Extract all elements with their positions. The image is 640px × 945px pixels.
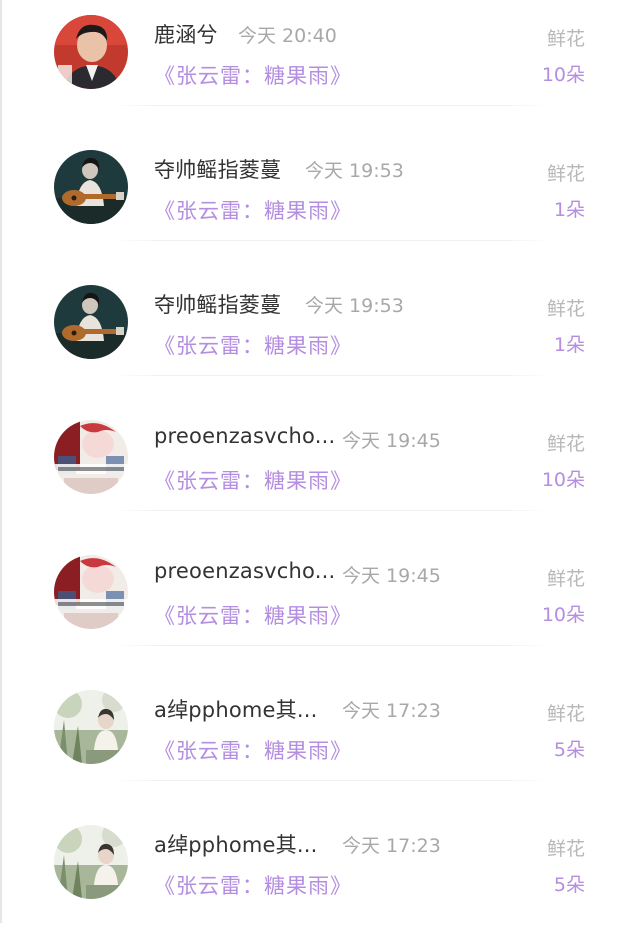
row-divider xyxy=(112,780,550,781)
guitar-avatar-image xyxy=(54,285,128,359)
timestamp: 今天 20:40 xyxy=(238,25,337,47)
row-divider xyxy=(112,645,550,646)
song-title[interactable]: 《张云雷：糖果雨》 xyxy=(154,600,352,630)
gift-type-label: 鲜花 xyxy=(546,568,585,590)
gift-count: 10朵 xyxy=(541,64,585,86)
gift-type-label: 鲜花 xyxy=(546,838,585,860)
gift-count: 1朵 xyxy=(553,334,585,356)
row-divider xyxy=(112,510,550,511)
gift-count: 10朵 xyxy=(541,604,585,626)
portrait-avatar-image xyxy=(54,15,128,89)
gift-type-label: 鲜花 xyxy=(546,163,585,185)
gift-count: 10朵 xyxy=(541,469,585,491)
song-title[interactable]: 《张云雷：糖果雨》 xyxy=(154,465,352,495)
list-item[interactable]: 鹿涵兮 今天 20:40 《张云雷：糖果雨》 鲜花 10朵 xyxy=(0,0,640,135)
gift-count: 5朵 xyxy=(553,739,585,761)
avatar[interactable] xyxy=(54,285,128,359)
list-item[interactable]: a绰pphome其... 今天 17:23 《张云雷：糖果雨》 鲜花 5朵 xyxy=(0,675,640,810)
song-title[interactable]: 《张云雷：糖果雨》 xyxy=(154,330,352,360)
timestamp: 今天 17:23 xyxy=(342,700,441,722)
timestamp: 今天 19:45 xyxy=(342,565,441,587)
avatar[interactable] xyxy=(54,690,128,764)
user-name[interactable]: preoenzasvcho... xyxy=(154,559,335,583)
user-name[interactable]: a绰pphome其... xyxy=(154,694,318,724)
user-name[interactable]: 夺帅鳐指菱蔓 xyxy=(154,289,281,319)
row-divider xyxy=(112,375,550,376)
gift-count: 1朵 xyxy=(553,199,585,221)
gift-list: 鹿涵兮 今天 20:40 《张云雷：糖果雨》 鲜花 10朵 夺帅鳐指菱蔓 今天 … xyxy=(0,0,640,945)
garden-avatar-image xyxy=(54,825,128,899)
list-item[interactable]: 夺帅鳐指菱蔓 今天 19:53 《张云雷：糖果雨》 鲜花 1朵 xyxy=(0,270,640,405)
timestamp: 今天 19:53 xyxy=(305,160,404,182)
avatar[interactable] xyxy=(54,150,128,224)
list-item[interactable]: 夺帅鳐指菱蔓 今天 19:53 《张云雷：糖果雨》 鲜花 1朵 xyxy=(0,135,640,270)
avatar[interactable] xyxy=(54,420,128,494)
avatar[interactable] xyxy=(54,15,128,89)
list-item[interactable]: preoenzasvcho... 今天 19:45 《张云雷：糖果雨》 鲜花 1… xyxy=(0,405,640,540)
gift-type-label: 鲜花 xyxy=(546,298,585,320)
song-title[interactable]: 《张云雷：糖果雨》 xyxy=(154,60,352,90)
garden-avatar-image xyxy=(54,690,128,764)
gift-type-label: 鲜花 xyxy=(546,28,585,50)
list-item[interactable]: a绰pphome其... 今天 17:23 《张云雷：糖果雨》 鲜花 5朵 xyxy=(0,810,640,945)
gift-count: 5朵 xyxy=(553,874,585,896)
song-title[interactable]: 《张云雷：糖果雨》 xyxy=(154,870,352,900)
timestamp: 今天 19:45 xyxy=(342,430,441,452)
song-title[interactable]: 《张云雷：糖果雨》 xyxy=(154,195,352,225)
row-divider xyxy=(112,240,550,241)
row-divider xyxy=(112,105,550,106)
user-name[interactable]: a绰pphome其... xyxy=(154,829,318,859)
user-name[interactable]: preoenzasvcho... xyxy=(154,424,335,448)
timestamp: 今天 17:23 xyxy=(342,835,441,857)
avatar[interactable] xyxy=(54,555,128,629)
guitar-avatar-image xyxy=(54,150,128,224)
timestamp: 今天 19:53 xyxy=(305,295,404,317)
user-name[interactable]: 鹿涵兮 xyxy=(154,19,218,49)
poster-avatar-image xyxy=(54,555,128,629)
poster-avatar-image xyxy=(54,420,128,494)
list-item[interactable]: preoenzasvcho... 今天 19:45 《张云雷：糖果雨》 鲜花 1… xyxy=(0,540,640,675)
gift-type-label: 鲜花 xyxy=(546,703,585,725)
song-title[interactable]: 《张云雷：糖果雨》 xyxy=(154,735,352,765)
gift-type-label: 鲜花 xyxy=(546,433,585,455)
user-name[interactable]: 夺帅鳐指菱蔓 xyxy=(154,154,281,184)
avatar[interactable] xyxy=(54,825,128,899)
